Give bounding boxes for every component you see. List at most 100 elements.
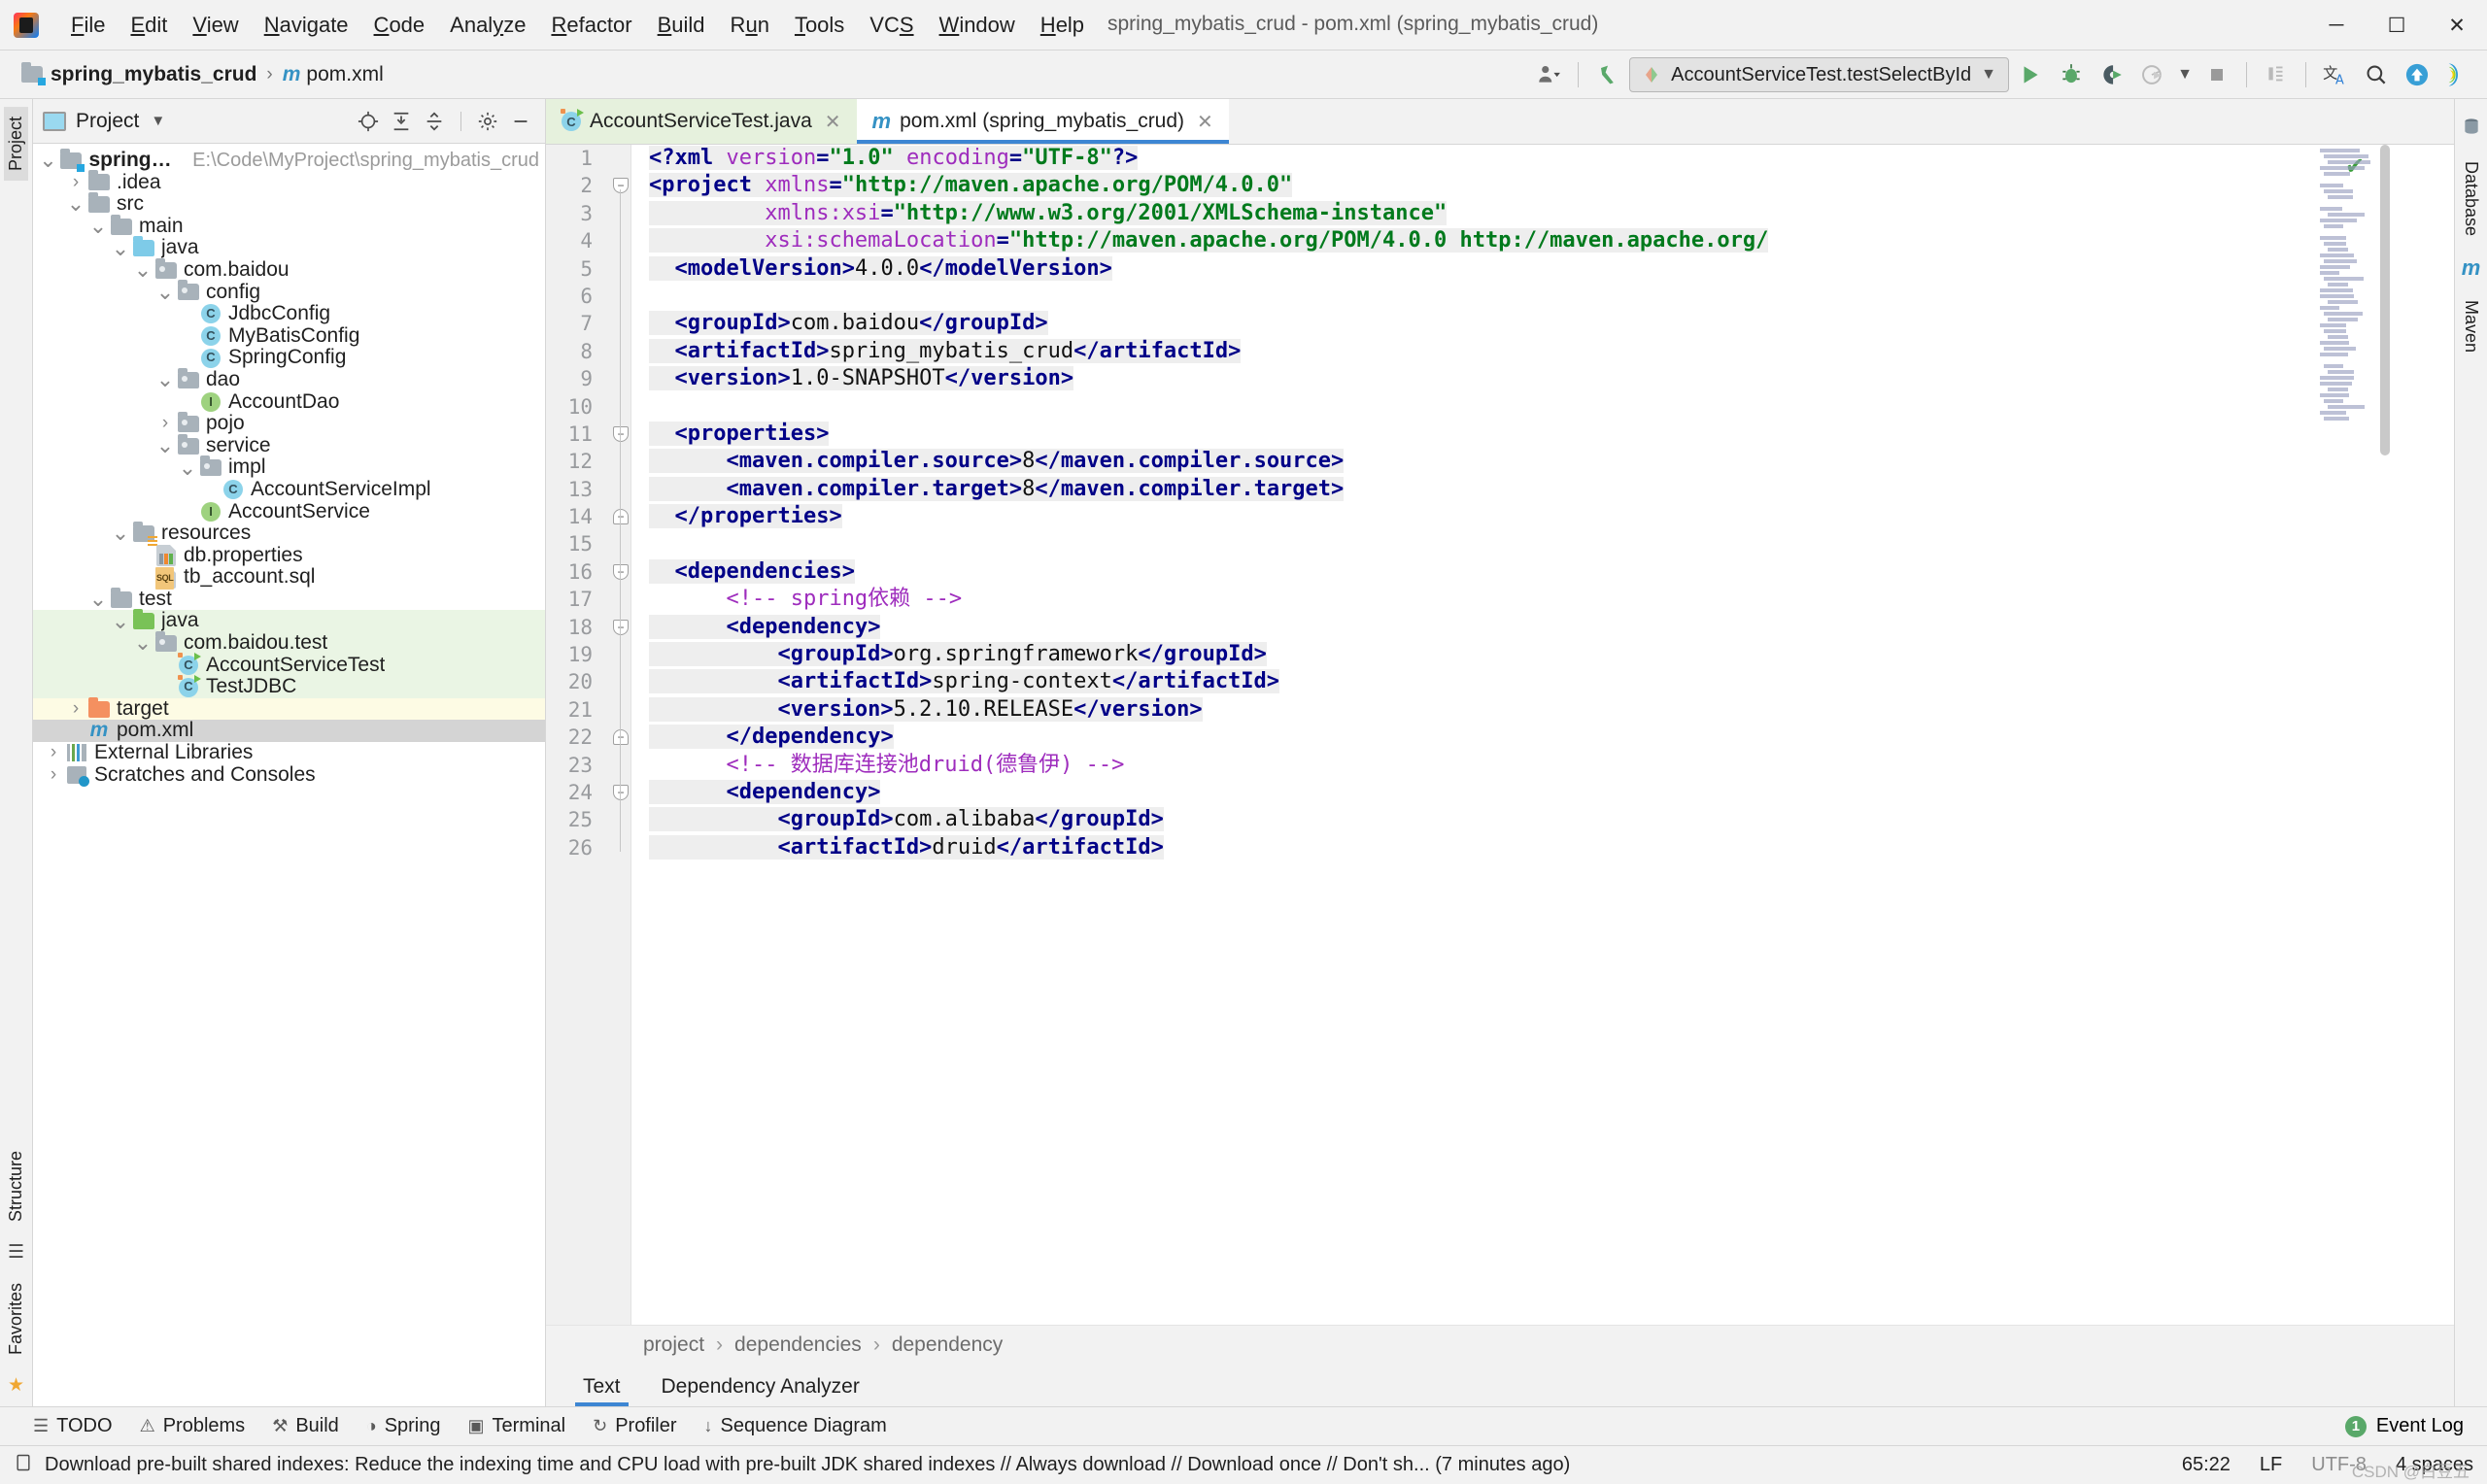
breadcrumb-item-dependencies[interactable]: dependencies: [734, 1333, 862, 1357]
fold-toggle-icon[interactable]: −: [613, 785, 629, 800]
event-log-button[interactable]: 1Event Log: [2345, 1415, 2464, 1437]
code-editor[interactable]: 1234567891011121314151617181920212223242…: [546, 145, 2454, 1325]
tool-window-todo[interactable]: ☰TODO: [33, 1415, 113, 1437]
code-line[interactable]: xmlns:xsi="http://www.w3.org/2001/XMLSch…: [631, 200, 2454, 227]
minimize-button[interactable]: ─: [2306, 0, 2367, 51]
code-line[interactable]: <version>5.2.10.RELEASE</version>: [631, 696, 2454, 724]
tree-node-java[interactable]: ⌄java: [33, 610, 545, 632]
code-line[interactable]: <maven.compiler.source>8</maven.compiler…: [631, 448, 2454, 475]
tree-expand-arrow[interactable]: ⌄: [154, 287, 176, 297]
notification-icon[interactable]: [14, 1452, 33, 1479]
code-line[interactable]: <dependencies>: [631, 558, 2454, 586]
tree-expand-arrow[interactable]: ›: [43, 742, 64, 764]
tree-expand-arrow[interactable]: ⌄: [132, 638, 153, 648]
menu-item-vcs[interactable]: VCS: [857, 9, 926, 42]
gear-icon[interactable]: [473, 107, 502, 136]
tree-node-spring-mybatis-crud[interactable]: ⌄spring_mybatis_crudE:\Code\MyProject\sp…: [33, 150, 545, 172]
code-line[interactable]: <groupId>com.baidou</groupId>: [631, 310, 2454, 337]
translate-icon[interactable]: 文A: [2316, 55, 2355, 94]
nav-file-name[interactable]: pom.xml: [306, 63, 383, 86]
tree-node-test[interactable]: ⌄test: [33, 589, 545, 611]
menu-item-analyze[interactable]: Analyze: [437, 9, 538, 42]
menu-item-window[interactable]: Window: [927, 9, 1028, 42]
code-line[interactable]: <!-- spring依赖 -->: [631, 586, 2454, 613]
project-tree[interactable]: ⌄spring_mybatis_crudE:\Code\MyProject\sp…: [33, 144, 545, 1406]
code-line[interactable]: <properties>: [631, 421, 2454, 448]
tree-node-mybatisconfig[interactable]: CMyBatisConfig: [33, 325, 545, 348]
tree-expand-arrow[interactable]: ⌄: [65, 199, 86, 209]
menu-item-file[interactable]: File: [58, 9, 118, 42]
tree-node-src[interactable]: ⌄src: [33, 193, 545, 216]
fold-toggle-icon[interactable]: −: [613, 426, 629, 442]
code-line[interactable]: <?xml version="1.0" encoding="UTF-8"?>: [631, 145, 2454, 172]
editor-tab-accountservicetest-java[interactable]: CAccountServiceTest.java✕: [546, 99, 857, 144]
tree-node-accountservicetest[interactable]: CAccountServiceTest: [33, 655, 545, 677]
editor-bottom-tabs[interactable]: TextDependency Analyzer: [546, 1364, 2454, 1406]
menu-item-tools[interactable]: Tools: [782, 9, 857, 42]
close-button[interactable]: ✕: [2427, 0, 2487, 51]
tree-expand-arrow[interactable]: ⌄: [87, 221, 109, 231]
editor-bottom-tab-dependency-analyzer[interactable]: Dependency Analyzer: [654, 1369, 868, 1406]
nav-project-name[interactable]: spring_mybatis_crud: [51, 63, 256, 86]
tree-node-springconfig[interactable]: CSpringConfig: [33, 347, 545, 369]
code-line[interactable]: <groupId>org.springframework</groupId>: [631, 641, 2454, 668]
code-line[interactable]: xsi:schemaLocation="http://maven.apache.…: [631, 227, 2454, 254]
fold-toggle-icon[interactable]: −: [613, 620, 629, 635]
profile-button[interactable]: [2133, 55, 2172, 94]
tree-expand-arrow[interactable]: ⌄: [110, 244, 131, 253]
tree-node-com-baidou-test[interactable]: ⌄com.baidou.test: [33, 632, 545, 655]
code-line[interactable]: [631, 393, 2454, 421]
tree-node-resources[interactable]: ⌄resources: [33, 523, 545, 545]
locate-icon[interactable]: [354, 107, 383, 136]
fold-toggle-icon[interactable]: −: [613, 729, 629, 745]
code-line[interactable]: </properties>: [631, 503, 2454, 530]
breadcrumb-item-dependency[interactable]: dependency: [892, 1333, 1003, 1357]
menu-item-build[interactable]: Build: [645, 9, 718, 42]
tree-node--idea[interactable]: ›.idea: [33, 172, 545, 194]
editor-breadcrumbs[interactable]: project›dependencies›dependency: [546, 1325, 2454, 1364]
status-message[interactable]: Download pre-built shared indexes: Reduc…: [45, 1454, 1570, 1476]
tool-window-spring[interactable]: ◑Spring: [366, 1415, 441, 1437]
code-line[interactable]: <dependency>: [631, 614, 2454, 641]
menu-item-edit[interactable]: Edit: [118, 9, 180, 42]
fold-toggle-icon[interactable]: −: [613, 564, 629, 580]
code-line[interactable]: <artifactId>druid</artifactId>: [631, 834, 2454, 861]
editor-minimap[interactable]: [2320, 149, 2386, 1325]
tree-expand-arrow[interactable]: ›: [65, 172, 86, 194]
tree-node-dao[interactable]: ⌄dao: [33, 369, 545, 391]
run-button[interactable]: [2011, 55, 2050, 94]
code-line[interactable]: </dependency>: [631, 724, 2454, 751]
code-line[interactable]: <artifactId>spring_mybatis_crud</artifac…: [631, 338, 2454, 365]
hide-panel-icon[interactable]: [506, 107, 535, 136]
fold-toggle-icon[interactable]: −: [613, 178, 629, 193]
tree-expand-arrow[interactable]: ⌄: [87, 594, 109, 604]
user-dropdown-icon[interactable]: [1529, 55, 1568, 94]
run-with-coverage-button[interactable]: [2093, 55, 2131, 94]
tree-node-testjdbc[interactable]: CTestJDBC: [33, 676, 545, 698]
tree-node-service[interactable]: ⌄service: [33, 435, 545, 457]
profile-dropdown-icon[interactable]: ▼: [2174, 55, 2196, 94]
tree-node-scratches-and-consoles[interactable]: ›Scratches and Consoles: [33, 764, 545, 787]
menu-item-code[interactable]: Code: [361, 9, 438, 42]
tree-expand-arrow[interactable]: ⌄: [37, 155, 58, 165]
tree-node-pom-xml[interactable]: mpom.xml: [33, 720, 545, 742]
fold-toggle-icon[interactable]: −: [613, 509, 629, 524]
collapse-all-icon[interactable]: [420, 107, 449, 136]
ide-eval-icon[interactable]: [2438, 55, 2477, 94]
code-line[interactable]: <artifactId>spring-context</artifactId>: [631, 668, 2454, 695]
code-content[interactable]: <?xml version="1.0" encoding="UTF-8"?><p…: [631, 145, 2454, 1325]
code-line[interactable]: <version>1.0-SNAPSHOT</version>: [631, 365, 2454, 392]
code-line[interactable]: <maven.compiler.target>8</maven.compiler…: [631, 476, 2454, 503]
maximize-button[interactable]: ☐: [2367, 0, 2427, 51]
close-icon[interactable]: ✕: [825, 110, 841, 134]
tree-node-config[interactable]: ⌄config: [33, 282, 545, 304]
code-line[interactable]: <modelVersion>4.0.0</modelVersion>: [631, 255, 2454, 283]
run-configuration-selector[interactable]: AccountServiceTest.testSelectById ▼: [1629, 57, 2009, 92]
tool-tab-database[interactable]: Database: [2459, 152, 2483, 246]
code-line[interactable]: <project xmlns="http://maven.apache.org/…: [631, 172, 2454, 199]
close-icon[interactable]: ✕: [1197, 110, 1213, 134]
tree-expand-arrow[interactable]: ›: [65, 698, 86, 721]
menu-item-help[interactable]: Help: [1028, 9, 1097, 42]
search-icon[interactable]: [2357, 55, 2396, 94]
stop-button[interactable]: [2197, 55, 2236, 94]
